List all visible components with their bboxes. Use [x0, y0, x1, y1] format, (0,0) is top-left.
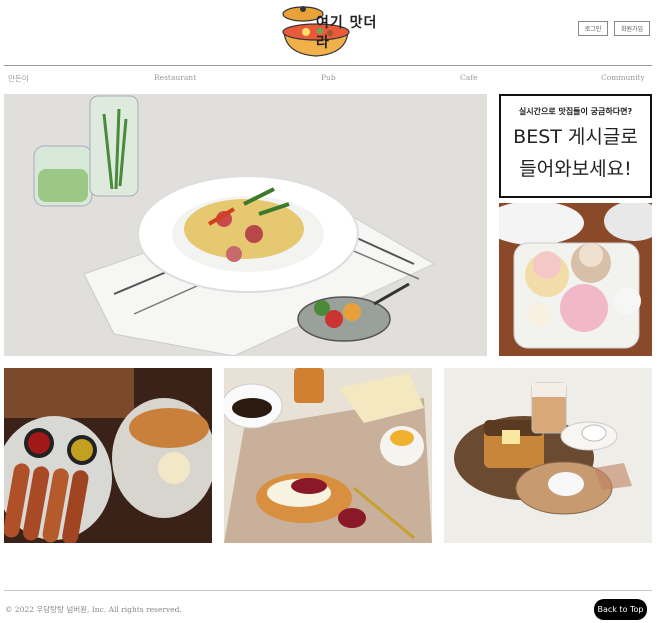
login-button[interactable]: 로그인 [578, 21, 608, 36]
main-food-photo[interactable] [4, 94, 487, 356]
nav-item-community[interactable]: Community [601, 73, 645, 82]
site-logo[interactable]: 여기 맛더라 [276, 2, 386, 60]
row-food-photo-2[interactable] [224, 368, 432, 543]
nav-item-makers[interactable]: 만든이 [8, 73, 29, 84]
copyright-text: © 2022 우당탕탕 넘버원, Inc. All rights reserve… [5, 605, 182, 614]
nav-item-cafe[interactable]: Cafe [460, 73, 477, 82]
promo-headline-line1: BEST 게시글로 [513, 126, 638, 148]
nav-item-restaurant[interactable]: Restaurant [154, 73, 196, 82]
footer-divider [4, 590, 652, 591]
row-food-photo-1[interactable] [4, 368, 212, 543]
best-posts-banner[interactable]: 실시간으로 맛집들이 궁금하다면? BEST 게시글로 들어와보세요! [499, 94, 652, 198]
back-to-top-button[interactable]: Back to Top [594, 599, 647, 620]
promo-headline-line2: 들어와보세요! [519, 158, 632, 180]
row-food-photo-3[interactable] [444, 368, 652, 543]
nav-item-pub[interactable]: Pub [321, 73, 336, 82]
logo-text: 여기 맛더라 [316, 15, 378, 51]
promo-question: 실시간으로 맛집들이 궁금하다면? [518, 107, 633, 116]
side-food-photo[interactable] [499, 203, 652, 356]
signup-button[interactable]: 회원가입 [614, 21, 650, 36]
header-divider [4, 65, 652, 66]
